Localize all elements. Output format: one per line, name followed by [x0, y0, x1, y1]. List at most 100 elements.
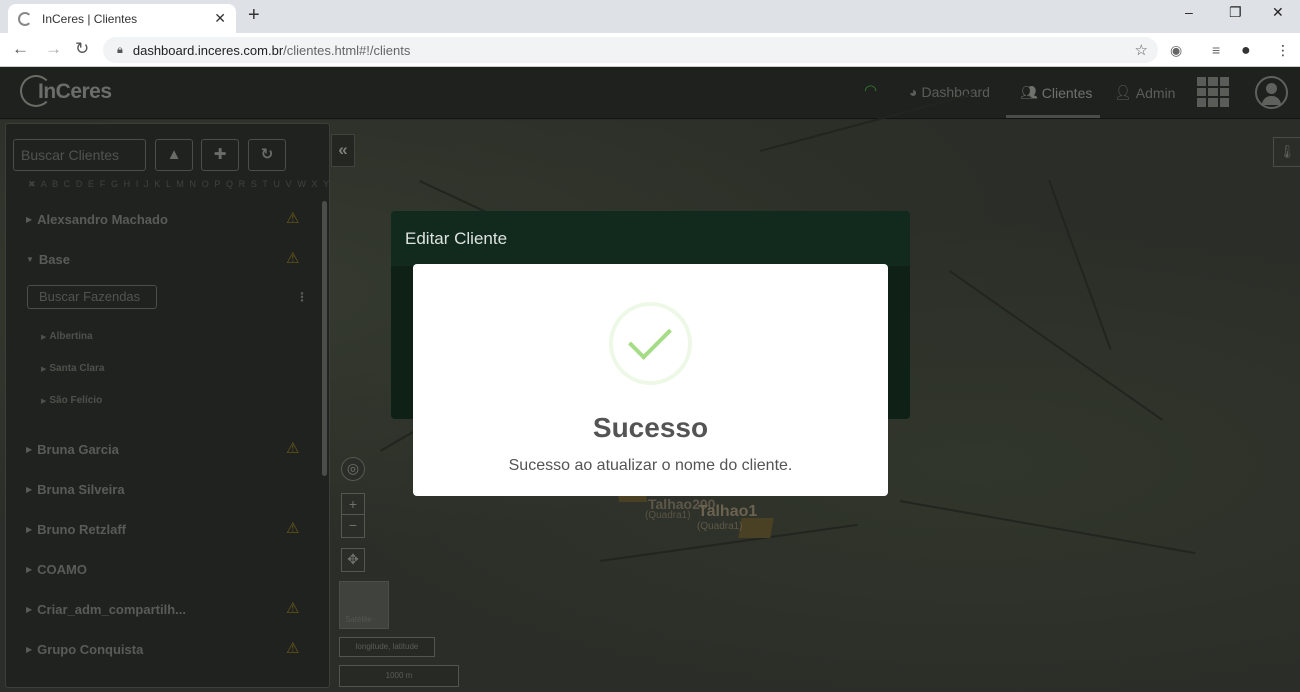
lock-icon: 🔒︎ — [117, 43, 123, 56]
address-bar[interactable]: 🔒︎ dashboard.inceres.com.br /clientes.ht… — [103, 37, 1158, 63]
warning-icon: ⚠ — [286, 210, 300, 227]
client-name: COAMO — [37, 562, 87, 577]
forward-arrow-icon[interactable]: → — [45, 39, 62, 59]
dashboard-icon: ◕ — [909, 84, 918, 100]
farm-item[interactable]: ▶ Albertina — [41, 331, 93, 342]
reload-icon[interactable]: ↻ — [75, 39, 89, 59]
farm-item[interactable]: ▶ Santa Clara — [41, 363, 104, 374]
profile-icon[interactable]: ● — [1241, 42, 1251, 60]
plot-label: Talhao1 — [698, 503, 758, 520]
url-host: dashboard.inceres.com.br — [132, 42, 284, 58]
back-arrow-icon[interactable]: ← — [12, 39, 29, 59]
client-name: Bruno Retzlaff — [37, 522, 126, 537]
success-dialog: Sucesso Sucesso ao atualizar o nome do c… — [413, 264, 888, 496]
caret-right-icon: ▶ — [26, 645, 33, 654]
client-item[interactable]: ▶ COAMO — [26, 562, 87, 577]
nav-admin-label: Admin — [1135, 84, 1176, 101]
browser-tab[interactable]: InCeres | Clientes ✕ — [8, 4, 236, 33]
client-name: Base — [38, 252, 70, 267]
scale-bar: 1000 m — [339, 665, 459, 687]
compass-icon[interactable]: ◎ — [341, 457, 365, 481]
extension-icon[interactable]: ◉ — [1170, 42, 1182, 59]
nav-dashboard[interactable]: ◕ Dashboard — [909, 84, 990, 100]
sidebar-scrollbar[interactable] — [322, 201, 327, 476]
basemap-thumbnail[interactable]: Satélite — [339, 581, 389, 629]
search-clients-input[interactable]: Buscar Clientes — [13, 139, 146, 171]
zoom-out-button[interactable]: − — [341, 514, 365, 538]
pan-icon[interactable]: ✥ — [341, 548, 365, 572]
client-name: Bruna Silveira — [37, 482, 125, 497]
warning-icon: ⚠ — [286, 520, 300, 537]
users-icon: 👥︎ — [1020, 84, 1038, 100]
app-header: InCeres ◠ ◕ Dashboard 👥︎ Clientes 👤︎ Adm… — [0, 67, 1300, 119]
client-item[interactable]: ▶ Bruna Garcia — [26, 442, 119, 457]
client-item[interactable]: ▶ Grupo Conquista — [26, 642, 143, 657]
warning-icon: ⚠ — [286, 440, 300, 457]
edit-client-title: Editar Cliente — [405, 229, 508, 248]
warning-icon: ⚠ — [286, 600, 300, 617]
success-title: Sucesso — [592, 412, 709, 443]
more-options-icon[interactable]: ⋮ — [296, 290, 308, 304]
caret-right-icon: ▶ — [26, 215, 33, 224]
alphabet-filter[interactable]: ✖ A B C D E F G H I J K L M N O P Q R S … — [28, 179, 329, 190]
bookmark-star-icon[interactable]: ☆ — [1135, 41, 1148, 59]
caret-right-icon: ▶ — [26, 525, 33, 534]
caret-right-icon: ▶ — [26, 605, 33, 614]
client-item[interactable]: ▼ Base — [26, 252, 70, 267]
farm-name: Santa Clara — [49, 363, 105, 374]
client-item[interactable]: ▶ Criar_adm_compartilh... — [26, 602, 186, 617]
success-check-icon — [609, 302, 692, 385]
client-name: Alexsandro Machado — [37, 212, 168, 227]
media-icon[interactable]: ≡ — [1212, 42, 1220, 58]
menu-dots-icon[interactable]: ⋮ — [1276, 42, 1290, 59]
coordinate-readout: longitude, latitude — [339, 637, 435, 657]
basemap-label: Satélite — [345, 615, 372, 624]
caret-right-icon: ▶ — [41, 333, 47, 341]
client-name: Criar_adm_compartilh... — [37, 602, 186, 617]
client-item[interactable]: ▶ Bruno Retzlaff — [26, 522, 126, 537]
success-message: Sucesso ao atualizar o nome do cliente. — [508, 457, 793, 474]
caret-right-icon: ▶ — [41, 397, 47, 405]
minimize-button[interactable]: – — [1185, 4, 1193, 20]
warning-filter-button[interactable]: ▲ — [155, 139, 193, 171]
apps-grid-icon[interactable] — [1197, 77, 1229, 107]
logo-text[interactable]: InCeres — [38, 80, 112, 104]
farm-item[interactable]: ▶ São Felício — [41, 395, 102, 406]
wifi-icon: ◠ — [864, 82, 878, 99]
warning-icon: ⚠ — [286, 250, 300, 267]
window-close-button[interactable]: ✕ — [1272, 4, 1284, 21]
tab-title: InCeres | Clientes — [42, 11, 138, 26]
client-name: Bruna Garcia — [37, 442, 119, 457]
caret-down-icon: ▼ — [26, 255, 34, 264]
add-client-button[interactable]: ✚ — [201, 139, 239, 171]
thermometer-icon[interactable]: 🌡︎ — [1273, 137, 1300, 167]
user-plus-icon: 👤︎ — [1114, 84, 1132, 100]
caret-right-icon: ▶ — [26, 485, 33, 494]
active-nav-indicator — [1006, 115, 1100, 118]
caret-right-icon: ▶ — [26, 445, 33, 454]
farm-name: São Felício — [49, 395, 103, 406]
nav-clientes[interactable]: 👥︎ Clientes — [1020, 84, 1092, 101]
plot-sublabel: (Quadra1) — [697, 521, 743, 532]
new-tab-button[interactable]: + — [248, 4, 260, 27]
plot-sublabel: (Quadra1) — [645, 510, 691, 521]
restore-button[interactable]: ❐ — [1229, 4, 1242, 21]
caret-right-icon: ▶ — [41, 365, 47, 373]
client-name: Grupo Conquista — [37, 642, 144, 657]
tab-close-icon[interactable]: ✕ — [214, 10, 226, 27]
url-path: /clientes.html#!/clients — [283, 42, 411, 58]
caret-right-icon: ▶ — [26, 565, 33, 574]
plot-shape[interactable] — [738, 518, 774, 538]
nav-clientes-label: Clientes — [1041, 84, 1093, 101]
nav-admin[interactable]: 👤︎ Admin — [1114, 84, 1175, 101]
clients-sidebar: Buscar Clientes ▲ ✚ ↻ ✖ A B C D E F G H … — [5, 123, 330, 688]
browser-toolbar: ← → ↻ 🔒︎ dashboard.inceres.com.br /clien… — [0, 33, 1300, 67]
client-item[interactable]: ▶ Bruna Silveira — [26, 482, 125, 497]
collapse-sidebar-button[interactable]: « — [331, 134, 355, 167]
farm-name: Albertina — [49, 331, 93, 342]
user-avatar-icon[interactable] — [1255, 76, 1288, 109]
search-farms-input[interactable]: Buscar Fazendas — [27, 285, 157, 309]
refresh-button[interactable]: ↻ — [248, 139, 286, 171]
browser-tab-bar: InCeres | Clientes ✕ + – ❐ ✕ — [0, 0, 1300, 33]
client-item[interactable]: ▶ Alexsandro Machado — [26, 212, 168, 227]
